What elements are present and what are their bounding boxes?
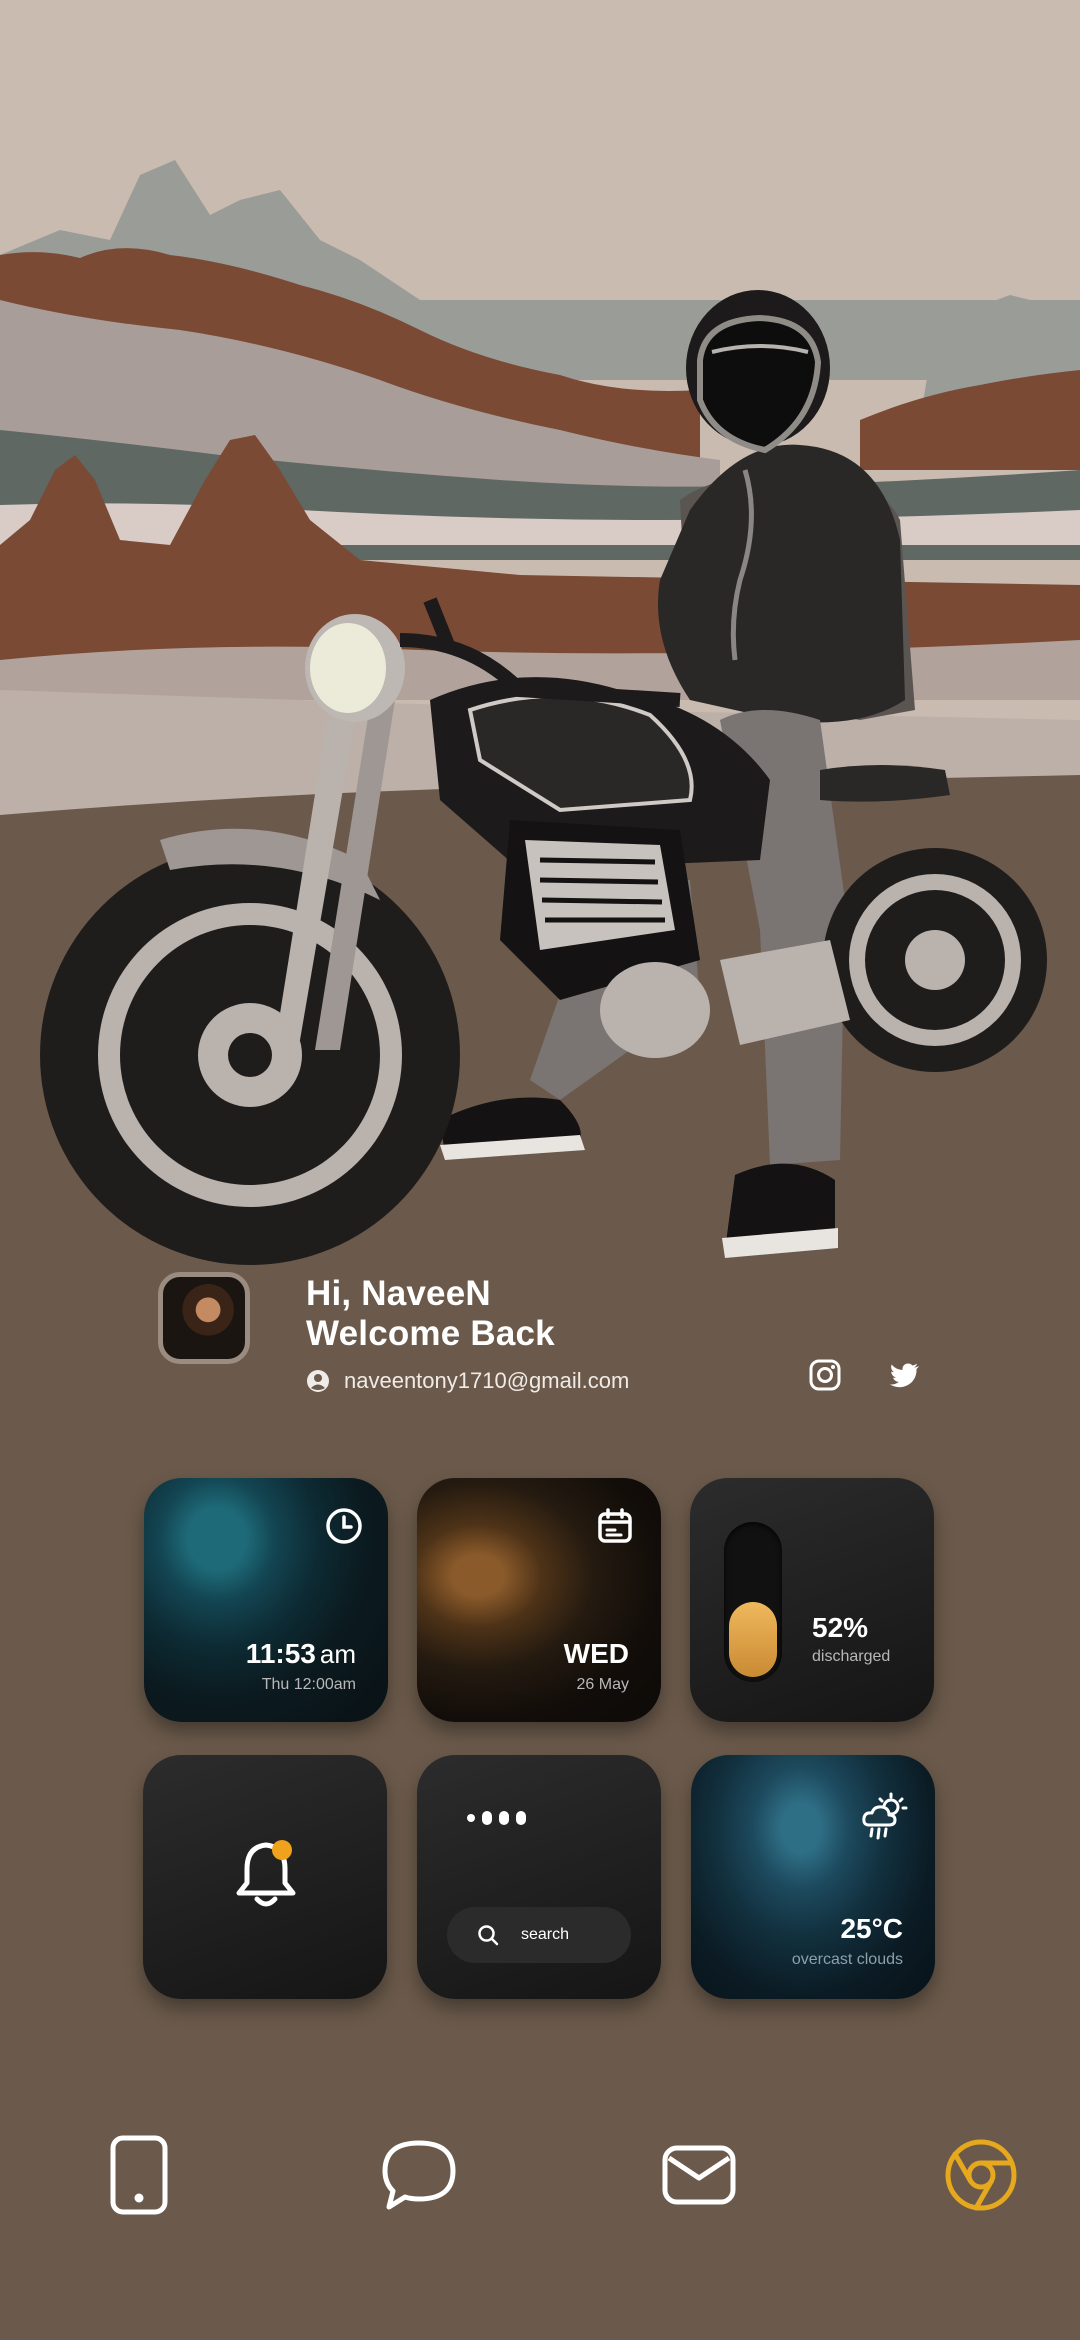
cloud-sun-rain-icon bbox=[862, 1792, 908, 1840]
app-dock bbox=[0, 2120, 1080, 2230]
chrome-icon bbox=[945, 2139, 1017, 2211]
email-text: naveentony1710@gmail.com bbox=[344, 1368, 630, 1393]
welcome-text: Welcome Back bbox=[306, 1314, 555, 1353]
greeting-block: Hi, NaveeN Welcome Back bbox=[306, 1274, 555, 1354]
dock-chrome[interactable] bbox=[938, 2132, 1024, 2218]
search-widget[interactable]: search bbox=[417, 1755, 661, 1999]
instagram-icon[interactable] bbox=[808, 1358, 842, 1392]
dock-phone[interactable] bbox=[96, 2132, 182, 2218]
profile-section: Hi, NaveeN Welcome Back naveentony1710@g… bbox=[0, 1260, 1080, 1420]
phone-icon bbox=[110, 2135, 168, 2215]
temperature-text: 25°C bbox=[840, 1913, 903, 1944]
home-screen: Hi, NaveeN Welcome Back naveentony1710@g… bbox=[0, 0, 1080, 2340]
search-icon bbox=[478, 1925, 499, 1946]
search-label: search bbox=[521, 1926, 570, 1943]
mail-icon bbox=[662, 2145, 736, 2205]
calendar-icon bbox=[598, 1508, 632, 1543]
email-row: naveentony1710@gmail.com bbox=[306, 1368, 629, 1394]
battery-widget[interactable]: 52% discharged bbox=[690, 1478, 934, 1722]
clock-time: 11:53 bbox=[245, 1638, 316, 1669]
battery-track bbox=[724, 1522, 782, 1682]
bell-icon bbox=[236, 1840, 296, 1907]
dock-mail[interactable] bbox=[656, 2132, 742, 2218]
weather-condition: overcast clouds bbox=[791, 1951, 903, 1968]
notification-widget[interactable] bbox=[143, 1755, 387, 1999]
battery-status: discharged bbox=[812, 1648, 891, 1665]
dots-icon bbox=[467, 1811, 526, 1825]
avatar[interactable] bbox=[158, 1272, 250, 1364]
date-text: 26 May bbox=[576, 1676, 629, 1693]
chat-bubble-icon bbox=[382, 2140, 456, 2210]
battery-fill bbox=[729, 1602, 777, 1677]
clock-widget[interactable]: 11:53 am Thu 12:00am bbox=[144, 1478, 388, 1722]
greeting-text: Hi, NaveeN bbox=[306, 1274, 491, 1313]
day-text: WED bbox=[563, 1638, 629, 1669]
calendar-widget[interactable]: WED 26 May bbox=[417, 1478, 661, 1722]
clock-icon bbox=[326, 1508, 362, 1544]
notification-badge bbox=[272, 1840, 292, 1860]
clock-time-row: 11:53 am bbox=[246, 1638, 356, 1670]
battery-percent: 52% bbox=[812, 1612, 869, 1643]
weather-widget[interactable]: 25°C overcast clouds bbox=[691, 1755, 935, 1999]
clock-ampm: am bbox=[319, 1639, 356, 1669]
dock-messages[interactable] bbox=[376, 2132, 462, 2218]
twitter-icon[interactable] bbox=[888, 1358, 922, 1392]
user-circle-icon bbox=[307, 1370, 329, 1392]
search-bar[interactable]: search bbox=[447, 1907, 631, 1963]
alarm-text: Thu 12:00am bbox=[261, 1676, 356, 1693]
